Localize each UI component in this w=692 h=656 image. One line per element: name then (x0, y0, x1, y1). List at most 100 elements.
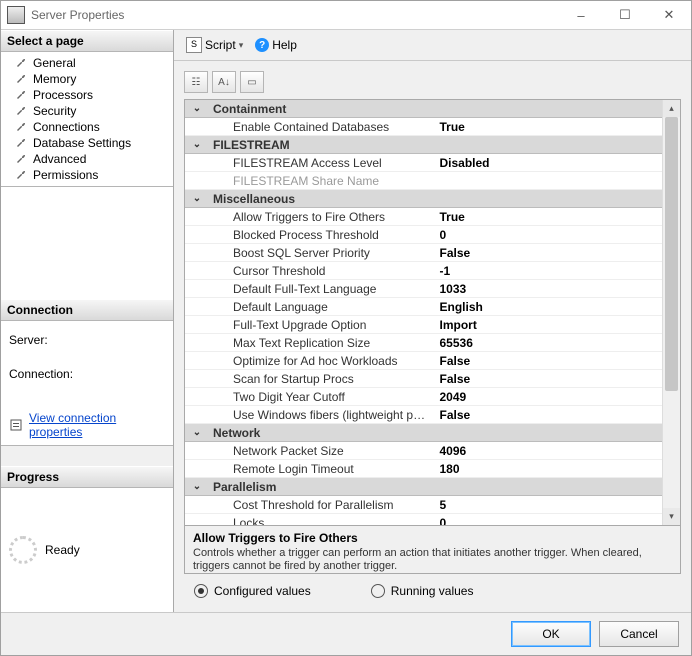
property-row[interactable]: Blocked Process Threshold0 (185, 226, 662, 244)
help-button[interactable]: ? Help (251, 36, 301, 54)
scroll-down-icon[interactable]: ▾ (663, 508, 680, 525)
page-item-permissions[interactable]: Permissions (1, 167, 173, 183)
property-value[interactable]: True (436, 208, 663, 226)
property-value[interactable]: 65536 (436, 334, 663, 352)
property-row[interactable]: Locks0 (185, 514, 662, 526)
property-name: Boost SQL Server Priority (209, 244, 436, 262)
select-page-header: Select a page (1, 30, 173, 52)
category-row[interactable]: ⌄FILESTREAM (185, 136, 662, 154)
cancel-button[interactable]: Cancel (599, 621, 679, 647)
page-item-security[interactable]: Security (1, 103, 173, 119)
running-values-label: Running values (391, 584, 474, 598)
page-item-advanced[interactable]: Advanced (1, 151, 173, 167)
ok-button[interactable]: OK (511, 621, 591, 647)
description-title: Allow Triggers to Fire Others (193, 531, 672, 545)
property-row[interactable]: Two Digit Year Cutoff2049 (185, 388, 662, 406)
property-row[interactable]: Allow Triggers to Fire OthersTrue (185, 208, 662, 226)
property-value[interactable] (436, 172, 663, 190)
script-label: Script (205, 38, 236, 52)
property-row[interactable]: Scan for Startup ProcsFalse (185, 370, 662, 388)
page-item-connections[interactable]: Connections (1, 119, 173, 135)
category-row[interactable]: ⌄Miscellaneous (185, 190, 662, 208)
property-value[interactable]: False (436, 352, 663, 370)
page-item-general[interactable]: General (1, 55, 173, 71)
categorized-button[interactable]: ☷ (184, 71, 208, 93)
property-value[interactable]: 4096 (436, 442, 663, 460)
expand-icon[interactable]: ⌄ (185, 190, 209, 208)
expand-icon[interactable]: ⌄ (185, 136, 209, 154)
property-row[interactable]: Max Text Replication Size65536 (185, 334, 662, 352)
property-name: Two Digit Year Cutoff (209, 388, 436, 406)
property-row[interactable]: FILESTREAM Access LevelDisabled (185, 154, 662, 172)
vertical-scrollbar[interactable]: ▴ ▾ (662, 100, 680, 525)
property-row[interactable]: Enable Contained DatabasesTrue (185, 118, 662, 136)
script-button[interactable]: S Script ▾ (182, 35, 247, 55)
property-name: Blocked Process Threshold (209, 226, 436, 244)
view-connection-properties-link[interactable]: View connection properties (29, 411, 165, 439)
page-item-processors[interactable]: Processors (1, 87, 173, 103)
page-item-label: Memory (33, 72, 76, 86)
category-row[interactable]: ⌄Network (185, 424, 662, 442)
category-row[interactable]: ⌄Parallelism (185, 478, 662, 496)
expand-icon[interactable]: ⌄ (185, 100, 209, 118)
property-row[interactable]: Remote Login Timeout180 (185, 460, 662, 478)
property-value[interactable]: English (436, 298, 663, 316)
property-value[interactable]: False (436, 244, 663, 262)
app-icon (7, 6, 25, 24)
property-row[interactable]: Cost Threshold for Parallelism5 (185, 496, 662, 514)
property-value[interactable]: 0 (436, 514, 663, 526)
progress-status: Ready (45, 543, 80, 557)
alphabetical-button[interactable]: A↓ (212, 71, 236, 93)
description-text: Controls whether a trigger can perform a… (193, 547, 672, 573)
wrench-icon (15, 169, 27, 181)
close-button[interactable]: ✕ (647, 1, 691, 29)
configured-values-radio[interactable]: Configured values (194, 584, 311, 598)
property-row[interactable]: Network Packet Size4096 (185, 442, 662, 460)
property-row[interactable]: Full-Text Upgrade OptionImport (185, 316, 662, 334)
category-row[interactable]: ⌄Containment (185, 100, 662, 118)
property-name: Remote Login Timeout (209, 460, 436, 478)
property-row[interactable]: Default LanguageEnglish (185, 298, 662, 316)
configured-values-label: Configured values (214, 584, 311, 598)
page-item-label: Permissions (33, 168, 98, 182)
expand-icon[interactable]: ⌄ (185, 478, 209, 496)
property-pages-button[interactable]: ▭ (240, 71, 264, 93)
property-value[interactable]: Import (436, 316, 663, 334)
property-value[interactable]: -1 (436, 262, 663, 280)
property-row[interactable]: FILESTREAM Share Name (185, 172, 662, 190)
property-row[interactable]: Optimize for Ad hoc WorkloadsFalse (185, 352, 662, 370)
property-value[interactable]: 180 (436, 460, 663, 478)
minimize-button[interactable]: – (559, 1, 603, 29)
scroll-up-icon[interactable]: ▴ (663, 100, 680, 117)
property-value[interactable]: 2049 (436, 388, 663, 406)
expand-icon[interactable]: ⌄ (185, 424, 209, 442)
property-row[interactable]: Boost SQL Server PriorityFalse (185, 244, 662, 262)
running-values-radio[interactable]: Running values (371, 584, 474, 598)
property-name: Full-Text Upgrade Option (209, 316, 436, 334)
property-name: Use Windows fibers (lightweight pooling) (209, 406, 436, 424)
page-item-database-settings[interactable]: Database Settings (1, 135, 173, 151)
property-row[interactable]: Use Windows fibers (lightweight pooling)… (185, 406, 662, 424)
page-item-memory[interactable]: Memory (1, 71, 173, 87)
property-value[interactable]: Disabled (436, 154, 663, 172)
property-row[interactable]: Cursor Threshold-1 (185, 262, 662, 280)
server-label: Server: (9, 333, 165, 347)
property-value[interactable]: 1033 (436, 280, 663, 298)
wrench-icon (15, 73, 27, 85)
property-value[interactable]: False (436, 370, 663, 388)
scrollbar-thumb[interactable] (665, 117, 678, 391)
wrench-icon (15, 57, 27, 69)
property-value[interactable]: 0 (436, 226, 663, 244)
property-value[interactable]: False (436, 406, 663, 424)
property-grid: ⌄ContainmentEnable Contained DatabasesTr… (184, 99, 681, 526)
maximize-button[interactable]: ☐ (603, 1, 647, 29)
progress-panel: Ready (1, 488, 173, 612)
property-grid-toolbar: ☷ A↓ ▭ (184, 71, 681, 93)
property-name: Network Packet Size (209, 442, 436, 460)
property-row[interactable]: Default Full-Text Language1033 (185, 280, 662, 298)
property-name: Cursor Threshold (209, 262, 436, 280)
property-name: Optimize for Ad hoc Workloads (209, 352, 436, 370)
property-value[interactable]: True (436, 118, 663, 136)
wrench-icon (15, 121, 27, 133)
property-value[interactable]: 5 (436, 496, 663, 514)
